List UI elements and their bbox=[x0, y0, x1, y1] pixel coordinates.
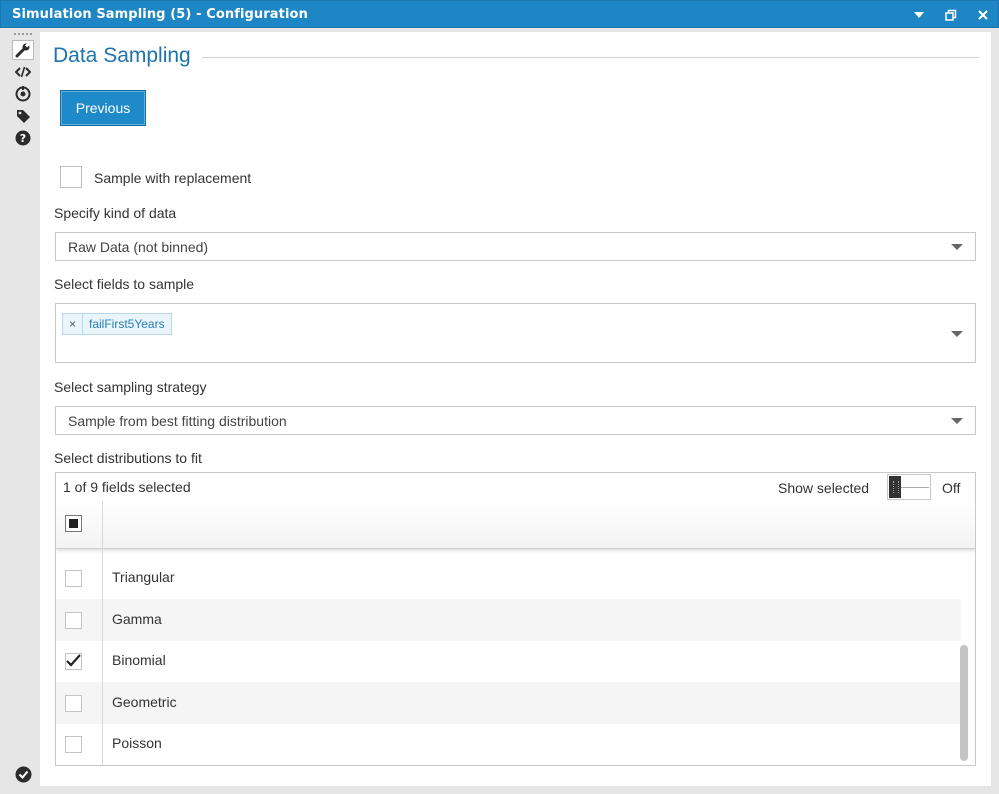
field-tag-label: failFirst5Years bbox=[89, 317, 165, 331]
code-tool-button[interactable] bbox=[12, 62, 34, 82]
previous-button[interactable]: Previous bbox=[60, 90, 146, 126]
distributions-label: Select distributions to fit bbox=[54, 450, 202, 466]
kind-of-data-value: Raw Data (not binned) bbox=[68, 239, 209, 255]
field-tag: × failFirst5Years bbox=[62, 313, 172, 335]
dropdown-button[interactable] bbox=[907, 1, 931, 29]
sampling-strategy-label: Select sampling strategy bbox=[54, 379, 207, 395]
grid-header bbox=[56, 501, 975, 549]
row-checkbox[interactable] bbox=[65, 612, 82, 629]
svg-text:?: ? bbox=[20, 132, 26, 145]
row-checkbox[interactable] bbox=[65, 570, 82, 587]
selection-count: 1 of 9 fields selected bbox=[63, 479, 191, 495]
page-title: Data Sampling bbox=[53, 44, 191, 67]
checkmark-icon bbox=[66, 654, 81, 667]
toggle-state-label: Off bbox=[942, 480, 961, 496]
remove-tag-button[interactable]: × bbox=[63, 314, 83, 334]
tag-tool-button[interactable] bbox=[12, 106, 34, 126]
sample-with-replacement-checkbox[interactable] bbox=[60, 166, 82, 188]
toggle-track bbox=[901, 487, 929, 488]
close-button[interactable] bbox=[971, 1, 995, 29]
row-checkbox[interactable] bbox=[65, 736, 82, 753]
check-circle-icon bbox=[15, 766, 32, 783]
wrench-icon bbox=[15, 42, 30, 58]
row-checkbox[interactable] bbox=[65, 653, 82, 670]
list-item[interactable]: Geometric bbox=[56, 682, 961, 724]
show-selected-label: Show selected bbox=[778, 480, 870, 496]
row-label: Geometric bbox=[112, 694, 177, 710]
chevron-down-icon bbox=[914, 12, 924, 18]
sampling-strategy-value: Sample from best fitting distribution bbox=[68, 413, 287, 429]
fields-to-sample-label: Select fields to sample bbox=[54, 276, 195, 292]
column-divider bbox=[102, 501, 103, 765]
kind-of-data-label: Specify kind of data bbox=[54, 205, 177, 221]
sample-with-replacement-label: Sample with replacement bbox=[94, 170, 252, 186]
heading-divider bbox=[202, 57, 979, 58]
help-tool-button[interactable]: ? bbox=[12, 128, 34, 148]
row-label: Binomial bbox=[112, 652, 166, 668]
target-icon bbox=[15, 86, 31, 102]
chevron-down-icon bbox=[951, 418, 963, 424]
chevron-down-icon bbox=[951, 244, 963, 250]
toggle-knob bbox=[889, 476, 901, 498]
list-item[interactable]: Poisson bbox=[56, 723, 961, 765]
restore-icon bbox=[945, 9, 957, 21]
kind-of-data-select[interactable]: Raw Data (not binned) bbox=[55, 232, 976, 261]
title-bar: Simulation Sampling (5) - Configuration bbox=[0, 0, 999, 28]
code-icon bbox=[15, 66, 31, 78]
select-all-checkbox[interactable] bbox=[65, 515, 82, 532]
list-item[interactable]: Triangular bbox=[56, 557, 961, 599]
chevron-down-icon bbox=[951, 331, 963, 337]
target-tool-button[interactable] bbox=[12, 84, 34, 104]
close-icon bbox=[978, 10, 988, 20]
window-title: Simulation Sampling (5) - Configuration bbox=[12, 7, 308, 22]
show-selected-toggle[interactable] bbox=[887, 474, 931, 500]
fields-to-sample-select[interactable] bbox=[55, 303, 976, 363]
toolbar-grip[interactable] bbox=[14, 33, 32, 35]
help-icon: ? bbox=[15, 130, 31, 146]
row-label: Gamma bbox=[112, 611, 162, 627]
row-checkbox[interactable] bbox=[65, 695, 82, 712]
list-item[interactable]: Binomial bbox=[56, 640, 961, 682]
sampling-strategy-select[interactable]: Sample from best fitting distribution bbox=[55, 406, 976, 435]
row-label: Triangular bbox=[112, 569, 175, 585]
status-check-button[interactable] bbox=[15, 766, 32, 787]
tag-icon bbox=[17, 110, 30, 123]
row-label: Poisson bbox=[112, 735, 162, 751]
list-item[interactable]: Gamma bbox=[56, 599, 961, 641]
configuration-tool-button[interactable] bbox=[12, 40, 34, 60]
partial-select-indicator bbox=[69, 519, 78, 528]
restore-button[interactable] bbox=[939, 1, 963, 29]
distributions-grid: Triangular Gamma Binomial Geometric Pois… bbox=[55, 472, 976, 766]
vertical-scrollbar[interactable] bbox=[960, 645, 968, 761]
